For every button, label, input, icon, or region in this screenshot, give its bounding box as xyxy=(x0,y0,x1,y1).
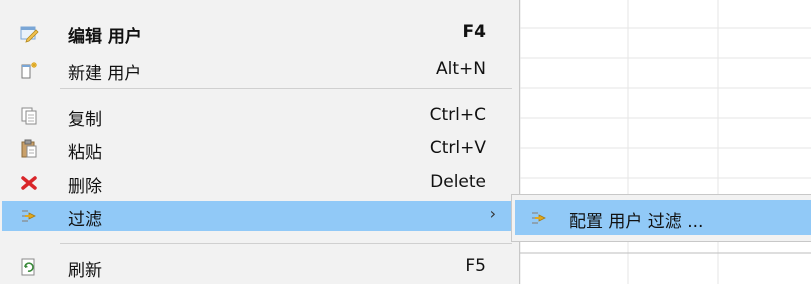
menu-item-delete[interactable]: 删除 Delete xyxy=(2,168,514,198)
menu-item-new-user[interactable]: 新建 用户 Alt+N xyxy=(2,55,514,85)
refresh-icon xyxy=(21,258,35,276)
menu-item-label: 编辑 用户 xyxy=(68,27,142,47)
menu-item-shortcut: Ctrl+C xyxy=(429,105,486,125)
menu-item-edit-user[interactable]: 编辑 用户 F4 xyxy=(2,18,514,48)
submenu-item-label: 配置 用户 过滤 ... xyxy=(569,212,704,232)
menu-item-shortcut: Ctrl+V xyxy=(429,138,486,158)
new-icon xyxy=(21,62,37,79)
context-menu: 编辑 用户 F4 新建 用户 Alt+N 复制 Ctrl+C 粘贴 Ctrl+V… xyxy=(0,0,520,284)
menu-item-label: 过滤 xyxy=(68,210,102,230)
copy-icon xyxy=(21,107,37,125)
menu-item-label: 粘贴 xyxy=(68,143,102,163)
menu-item-label: 刷新 xyxy=(68,261,102,281)
menu-item-shortcut: Alt+N xyxy=(436,59,486,79)
menu-item-shortcut: F5 xyxy=(465,256,486,276)
menu-item-label: 新建 用户 xyxy=(68,64,142,84)
menu-item-paste[interactable]: 粘贴 Ctrl+V xyxy=(2,134,514,164)
menu-item-shortcut: F4 xyxy=(462,22,486,42)
menu-item-label: 复制 xyxy=(68,110,102,130)
filter-submenu: 配置 用户 过滤 ... xyxy=(511,194,811,242)
menu-item-shortcut: Delete xyxy=(430,172,486,192)
submenu-item-configure-user-filter[interactable]: 配置 用户 过滤 ... xyxy=(515,200,811,235)
menu-item-copy[interactable]: 复制 Ctrl+C xyxy=(2,101,514,131)
submenu-arrow-icon: › xyxy=(489,204,496,223)
menu-item-refresh[interactable]: 刷新 F5 xyxy=(2,252,514,282)
menu-separator xyxy=(60,243,512,244)
screen: 编辑 用户 F4 新建 用户 Alt+N 复制 Ctrl+C 粘贴 Ctrl+V… xyxy=(0,0,811,284)
filter-icon xyxy=(532,212,546,224)
menu-item-filter[interactable]: 过滤 › xyxy=(2,201,514,231)
filter-icon xyxy=(22,210,36,222)
edit-icon xyxy=(20,26,39,43)
paste-icon xyxy=(21,139,37,158)
menu-item-label: 删除 xyxy=(68,177,102,197)
delete-icon xyxy=(21,176,37,190)
menu-separator xyxy=(60,88,512,89)
